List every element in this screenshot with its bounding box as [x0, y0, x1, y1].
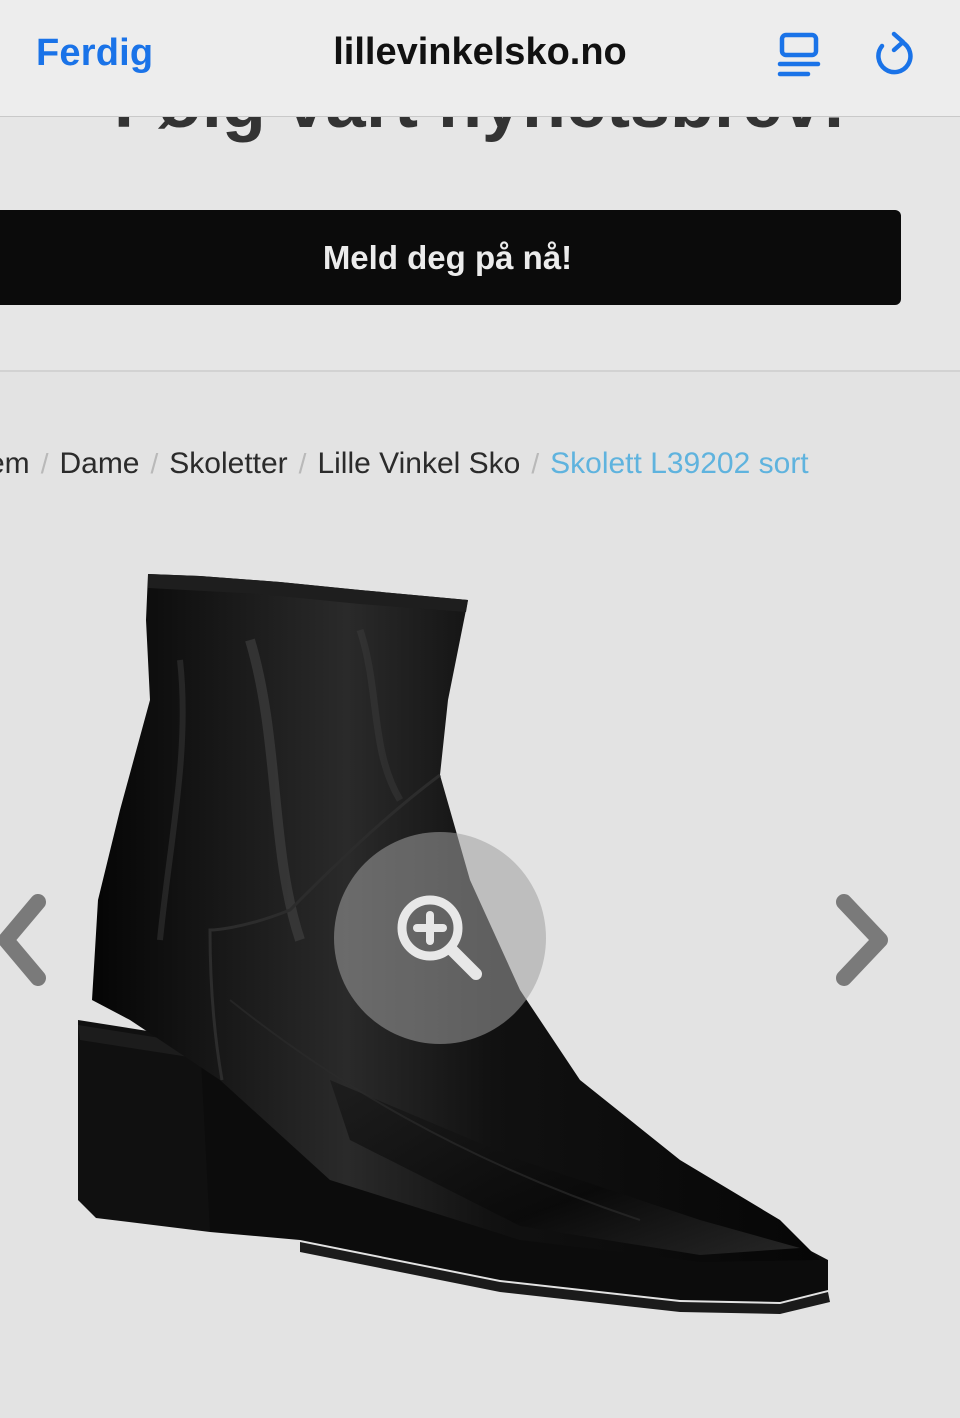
chevron-right-icon[interactable] — [830, 890, 896, 990]
breadcrumb-separator: / — [150, 448, 159, 479]
product-gallery — [0, 520, 960, 1340]
breadcrumb-item-dame[interactable]: Dame — [59, 447, 139, 481]
zoom-in-icon — [397, 895, 482, 980]
zoom-button[interactable] — [334, 832, 546, 1044]
breadcrumb-current: Skolett L39202 sort — [550, 447, 809, 480]
chevron-left-icon[interactable] — [0, 890, 54, 990]
breadcrumb-separator: / — [531, 448, 540, 479]
breadcrumb-item-brand[interactable]: Lille Vinkel Sko — [317, 447, 520, 481]
reader-mode-icon[interactable] — [772, 30, 826, 82]
breadcrumb-item-skoletter[interactable]: Skoletter — [169, 447, 287, 481]
breadcrumb-separator: / — [40, 448, 49, 479]
browser-toolbar: Ferdig lillevinkelsko.no — [0, 0, 960, 117]
breadcrumb: em / Dame / Skoletter / Lille Vinkel Sko… — [0, 444, 809, 484]
breadcrumb-separator: / — [298, 448, 307, 479]
breadcrumb-item-home[interactable]: em — [0, 447, 30, 481]
newsletter-signup-button[interactable]: Meld deg på nå! — [0, 210, 901, 305]
reload-icon[interactable] — [868, 30, 922, 82]
